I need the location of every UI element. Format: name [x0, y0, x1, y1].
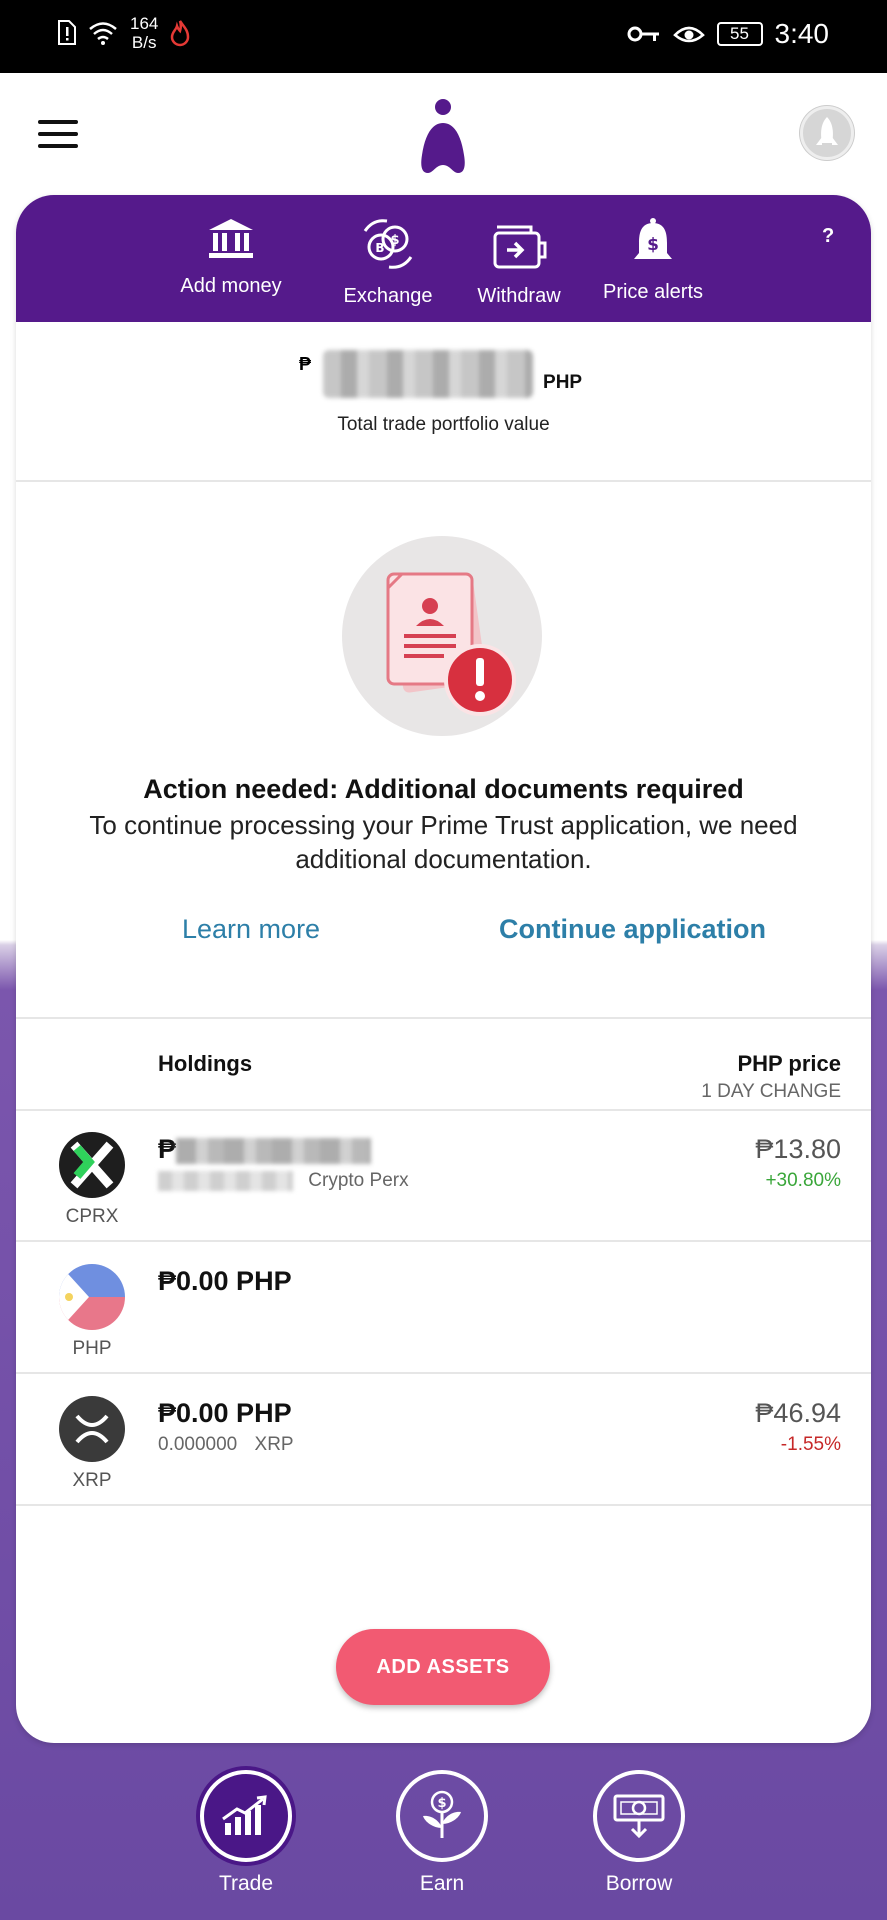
exchange-label: Exchange [343, 285, 433, 307]
nav-borrow[interactable]: Borrow [591, 1770, 687, 1896]
portfolio-currency: PHP [543, 372, 583, 393]
svg-text:$: $ [647, 235, 659, 255]
nav-earn-label: Earn [419, 1872, 465, 1895]
nav-borrow-circle [593, 1770, 685, 1862]
portfolio-value-redacted [323, 350, 534, 398]
holding-asset-name: Crypto Perx [308, 1170, 409, 1191]
svg-text:$: $ [437, 1796, 446, 1811]
holding-row-xrp[interactable]: XRP ₱0.00 PHP 0.000000 XRP ₱46.94 -1.55% [16, 1376, 871, 1506]
document-alert-icon [386, 572, 516, 716]
notice-body: To continue processing your Prime Trust … [89, 810, 798, 874]
help-button[interactable]: ? [822, 225, 834, 248]
withdraw-icon [493, 225, 547, 269]
nav-trade-label: Trade [218, 1872, 274, 1895]
exchange-button[interactable]: $ B Exchange [328, 217, 448, 308]
bank-icon [209, 219, 253, 258]
price-alerts-button[interactable]: $ Price alerts [588, 217, 718, 304]
action-needed-notice: Action needed: Additional documents requ… [16, 484, 871, 1019]
eye-icon [672, 26, 705, 43]
quick-actions-bar: Add money $ B Exchange Withdraw $ Price … [16, 195, 871, 322]
flame-icon [171, 20, 190, 47]
wifi-icon [89, 22, 117, 45]
cash-icon [613, 1794, 665, 1839]
holding-sub: Crypto Perx [158, 1170, 409, 1192]
nav-trade[interactable]: Trade [198, 1770, 294, 1896]
portfolio-label: Total trade portfolio value [337, 414, 550, 435]
main-card: Add money $ B Exchange Withdraw $ Price … [16, 195, 871, 1743]
hamburger-icon[interactable] [38, 120, 78, 148]
nav-borrow-label: Borrow [605, 1872, 673, 1895]
exchange-icon: $ B [363, 219, 413, 269]
bell-dollar-icon: $ [634, 218, 672, 259]
key-icon [627, 26, 659, 42]
status-bar: 164 B/s 55 3:40 [0, 0, 887, 73]
holding-qty: 0.000000 [158, 1434, 238, 1455]
holding-row-cprx[interactable]: CPRX ₱ Crypto Perx ₱13.80 +30.80% [16, 1112, 871, 1242]
holding-amount-redacted [176, 1137, 372, 1164]
add-money-button[interactable]: Add money [161, 217, 301, 298]
holding-qty-redacted [158, 1170, 293, 1191]
holding-ticker: CPRX [65, 1206, 119, 1227]
continue-application-link[interactable]: Continue application [499, 914, 766, 945]
battery-indicator: 55 [716, 22, 763, 46]
portfolio-currency-symbol: ₱ [299, 354, 312, 374]
holding-row-php[interactable]: PHP ₱0.00 PHP [16, 1244, 871, 1374]
holding-change: +30.80% [765, 1170, 841, 1191]
holding-ticker: PHP [72, 1338, 112, 1359]
xrp-icon [59, 1396, 125, 1462]
status-right: 55 3:40 [627, 18, 830, 50]
holding-asset-name: XRP [254, 1434, 294, 1455]
holding-price: ₱46.94 [755, 1398, 841, 1428]
sim-alert-icon [58, 20, 76, 45]
net-speed-unit: B/s [131, 33, 157, 52]
clock: 3:40 [774, 18, 830, 49]
price-column-header: PHP price [737, 1051, 841, 1076]
rocket-icon [816, 117, 838, 145]
nav-earn[interactable]: $ Earn [394, 1770, 490, 1896]
price-alerts-label: Price alerts [602, 281, 704, 303]
holding-ticker: XRP [72, 1470, 112, 1491]
php-flag-icon [59, 1264, 125, 1330]
svg-text:B: B [375, 241, 384, 255]
network-speed: 164 B/s [130, 14, 158, 52]
notice-title: Action needed: Additional documents requ… [143, 774, 744, 804]
app-logo [421, 99, 465, 173]
withdraw-label: Withdraw [477, 285, 561, 307]
nav-earn-circle: $ [396, 1770, 488, 1862]
holdings-header: Holdings PHP price 1 DAY CHANGE [16, 1021, 871, 1111]
holding-amount: ₱0.00 PHP [158, 1266, 292, 1296]
plant-coin-icon: $ [423, 1790, 461, 1838]
avatar[interactable] [800, 106, 854, 160]
learn-more-link[interactable]: Learn more [182, 914, 320, 945]
nav-trade-circle [200, 1770, 292, 1862]
holding-price: ₱13.80 [755, 1134, 841, 1164]
add-assets-button[interactable]: ADD ASSETS [336, 1629, 550, 1705]
change-column-header: 1 DAY CHANGE [701, 1081, 841, 1102]
withdraw-button[interactable]: Withdraw [459, 217, 579, 308]
holding-change: -1.55% [780, 1434, 841, 1455]
status-left: 164 B/s [56, 14, 190, 52]
chart-up-icon [222, 1795, 267, 1835]
holdings-title: Holdings [158, 1051, 253, 1076]
add-money-label: Add money [180, 275, 282, 297]
app-header [0, 73, 887, 193]
document-alert-illustration [342, 536, 542, 736]
portfolio-summary: ₱ PHP Total trade portfolio value [16, 322, 871, 482]
portfolio-value: ₱ PHP [299, 350, 582, 398]
holding-amount: ₱ [158, 1134, 372, 1165]
svg-text:$: $ [390, 233, 399, 248]
cprx-icon [59, 1132, 125, 1198]
holding-amount-symbol: ₱ [158, 1134, 177, 1164]
net-speed-value: 164 [130, 14, 159, 33]
holding-sub: 0.000000 XRP [158, 1434, 294, 1456]
holding-amount: ₱0.00 PHP [158, 1398, 292, 1428]
